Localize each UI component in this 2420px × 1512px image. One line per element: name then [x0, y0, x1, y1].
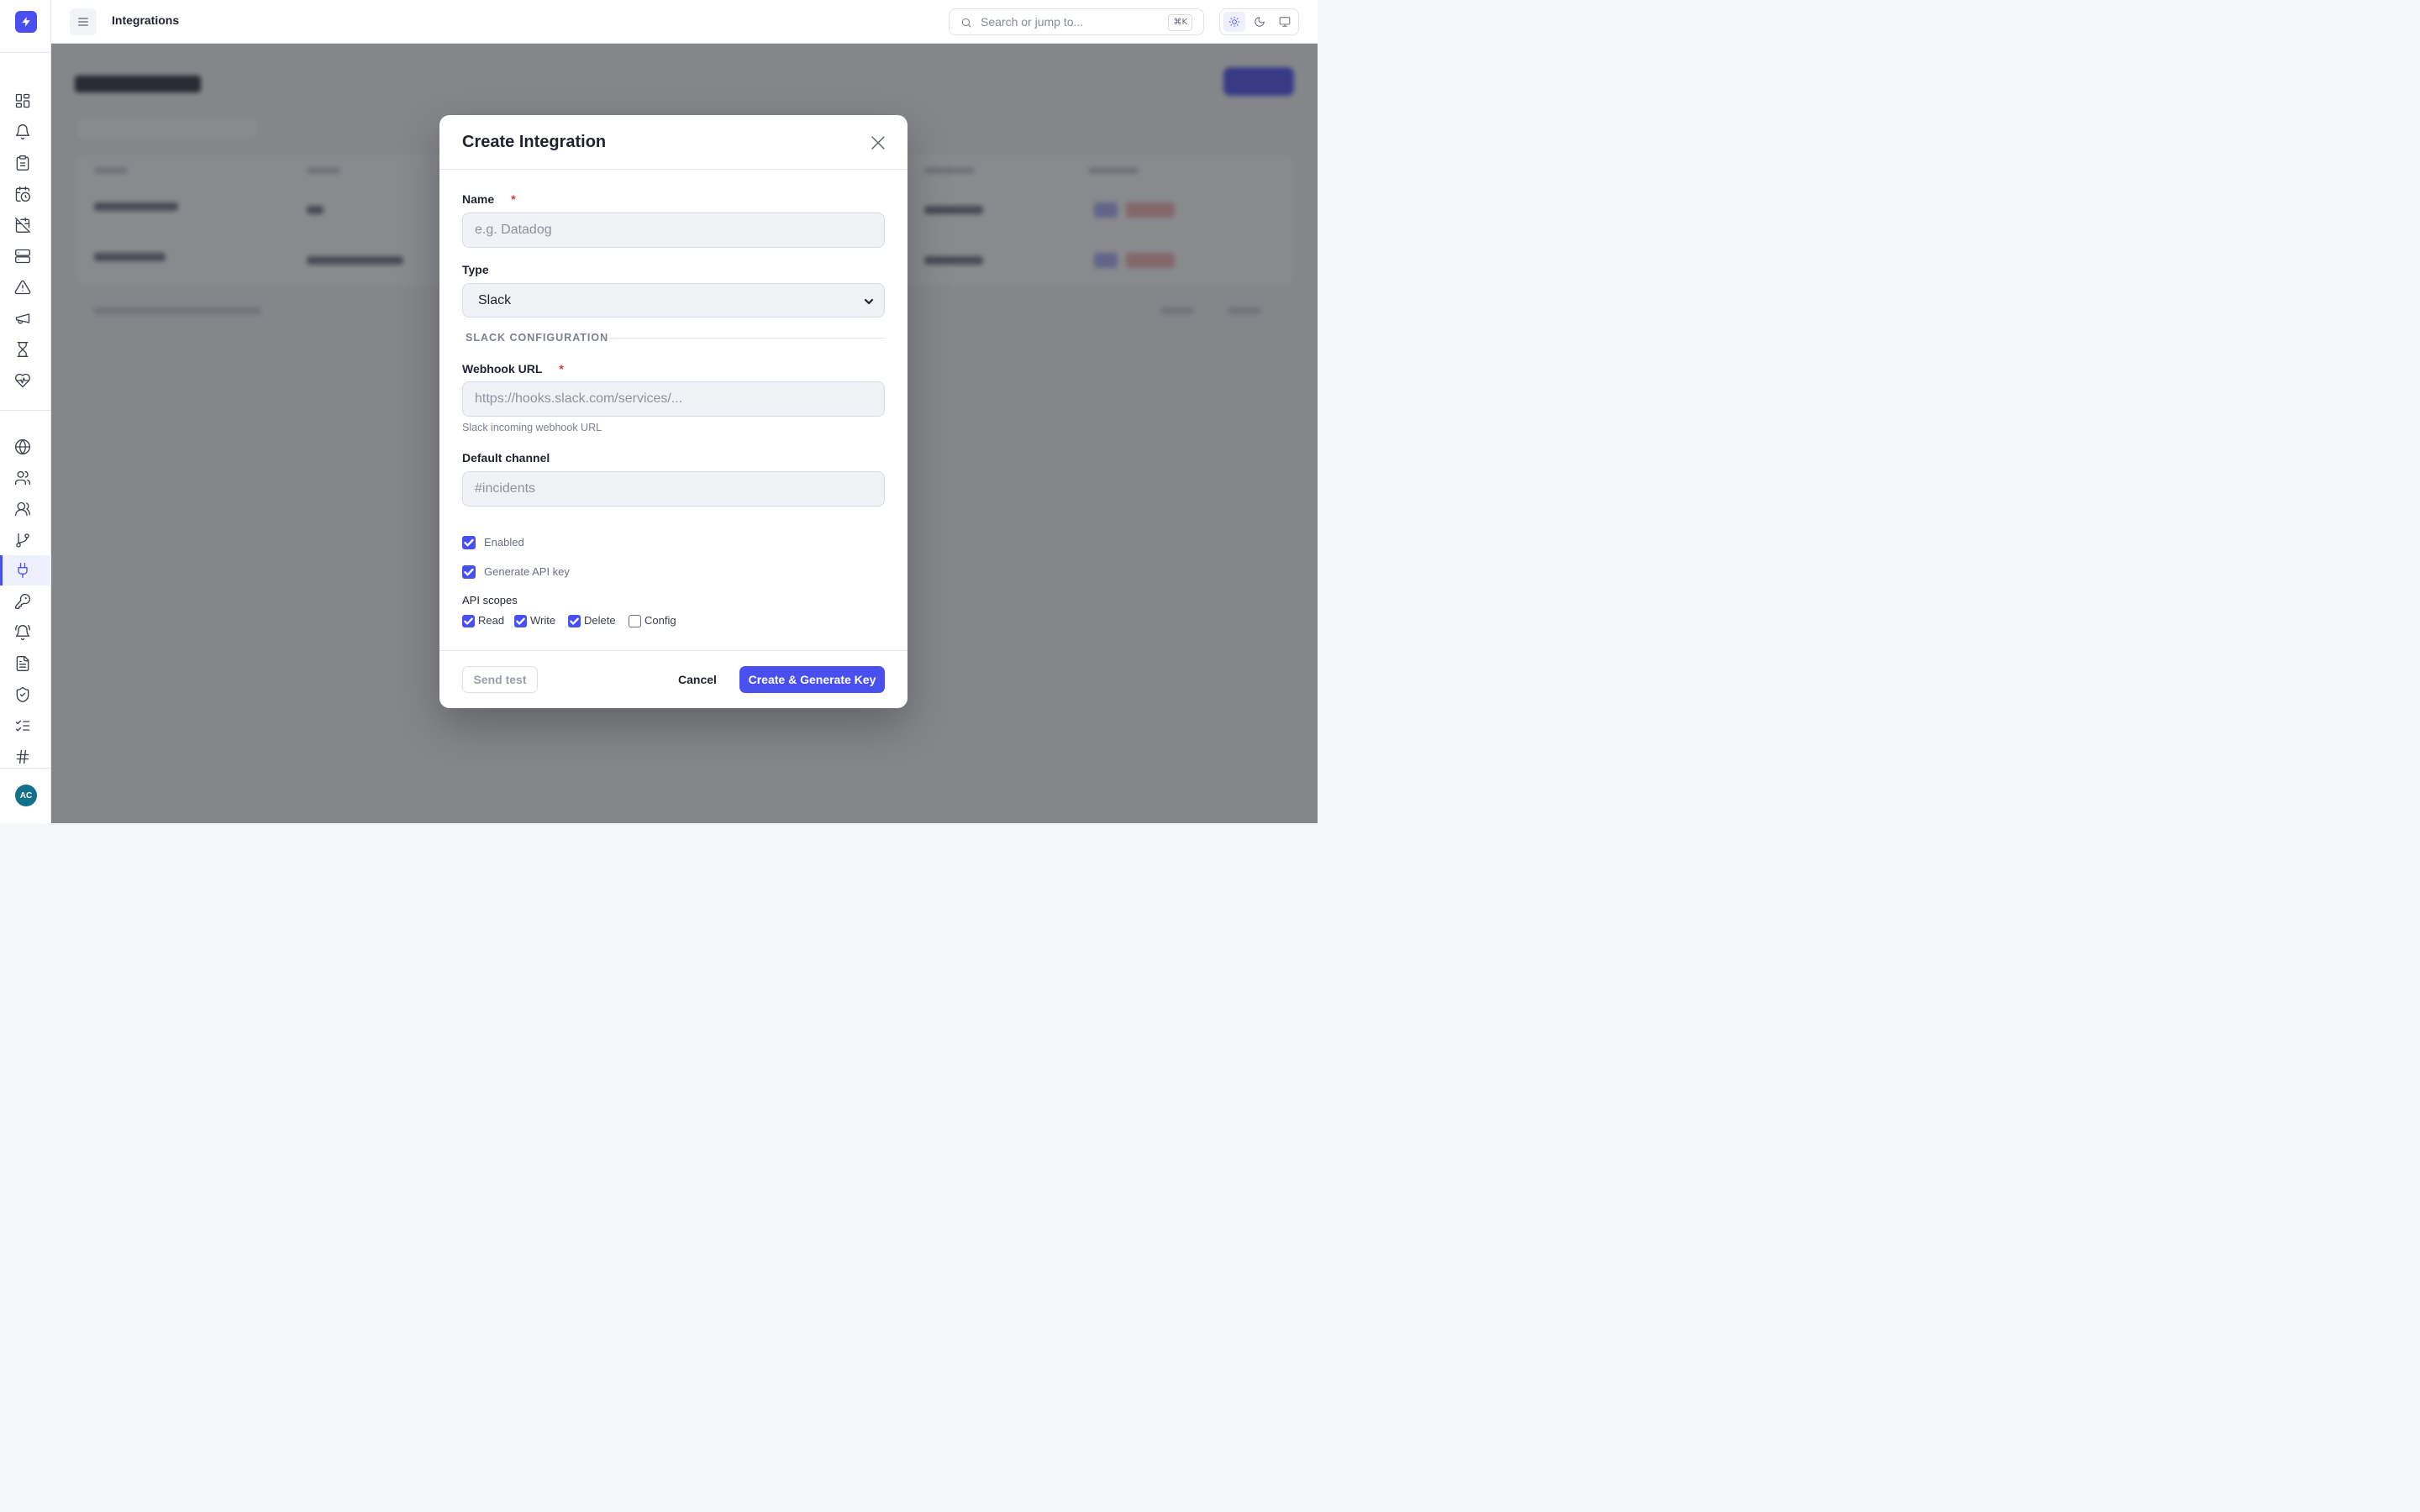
sidebar-divider: [0, 410, 51, 411]
webhook-help-text: Slack incoming webhook URL: [462, 422, 602, 433]
generate-api-key-label: Generate API key: [484, 565, 570, 578]
light-theme-button[interactable]: [1223, 12, 1245, 32]
check-icon: [464, 568, 474, 576]
sidebar-divider: [0, 768, 51, 769]
webhook-label-text: Webhook URL: [462, 362, 543, 375]
generate-api-key-checkbox[interactable]: [462, 565, 476, 579]
create-generate-key-button[interactable]: Create & Generate Key: [739, 666, 885, 693]
api-scopes-label: API scopes: [462, 594, 518, 606]
sidebar-divider: [0, 52, 51, 53]
create-integration-dialog: Create Integration Name * Type Slack SLAC…: [439, 115, 908, 708]
hamburger-icon: [78, 18, 88, 26]
scope-delete-checkbox[interactable]: [568, 615, 581, 627]
name-label: Name *: [462, 192, 516, 206]
search-input[interactable]: Search or jump to... ⌘K: [949, 8, 1204, 35]
menu-toggle-button[interactable]: [70, 8, 97, 35]
type-select-value: Slack: [478, 293, 512, 307]
key-icon[interactable]: [13, 591, 33, 612]
send-test-button[interactable]: Send test: [462, 666, 538, 693]
enabled-checkbox[interactable]: [462, 536, 476, 549]
users-icon[interactable]: [13, 468, 33, 488]
check-icon: [570, 617, 579, 625]
dialog-footer-divider: [439, 650, 908, 651]
globe-icon[interactable]: [13, 437, 33, 457]
dashboard-icon[interactable]: [13, 91, 33, 111]
heart-pulse-icon[interactable]: [13, 370, 33, 391]
section-divider: [608, 338, 885, 339]
default-channel-field[interactable]: [462, 471, 885, 507]
hash-icon[interactable]: [13, 747, 33, 767]
list-checks-icon[interactable]: [13, 716, 33, 736]
alert-triangle-icon[interactable]: [13, 277, 33, 297]
scope-write-label: Write: [530, 614, 556, 627]
scope-write-checkbox[interactable]: [514, 615, 527, 627]
chevron-down-icon: [864, 298, 874, 305]
scope-config-checkbox[interactable]: [629, 615, 641, 627]
avatar[interactable]: AC: [15, 785, 37, 806]
dialog-title: Create Integration: [462, 133, 607, 151]
team-icon[interactable]: [13, 499, 33, 519]
dark-theme-button[interactable]: [1249, 12, 1270, 32]
cancel-button[interactable]: Cancel: [673, 666, 722, 693]
bell-ring-icon[interactable]: [13, 622, 33, 643]
scope-delete-label: Delete: [584, 614, 616, 627]
section-heading: SLACK CONFIGURATION: [466, 332, 609, 344]
hourglass-icon[interactable]: [13, 339, 33, 360]
webhook-label: Webhook URL *: [462, 362, 564, 375]
shield-check-icon[interactable]: [13, 685, 33, 705]
top-bar: Integrations Search or jump to... ⌘K: [51, 0, 1318, 44]
name-label-text: Name: [462, 192, 495, 206]
calendar-off-icon[interactable]: [13, 215, 33, 235]
calendar-clock-icon[interactable]: [13, 184, 33, 204]
scope-config-label: Config: [644, 614, 676, 627]
sun-icon: [1228, 16, 1240, 28]
webhook-url-field[interactable]: [462, 381, 885, 417]
required-mark: *: [559, 362, 564, 375]
check-icon: [464, 538, 474, 547]
theme-switcher: [1219, 8, 1299, 35]
server-icon[interactable]: [13, 246, 33, 266]
search-placeholder: Search or jump to...: [981, 15, 1084, 29]
dialog-header: Create Integration: [439, 115, 908, 170]
bell-icon[interactable]: [13, 122, 33, 142]
required-mark: *: [511, 192, 516, 206]
plug-icon[interactable]: [13, 560, 33, 580]
clipboard-icon[interactable]: [13, 153, 33, 173]
app-logo[interactable]: [15, 11, 37, 33]
type-select[interactable]: Slack: [462, 283, 885, 318]
moon-icon: [1255, 17, 1265, 27]
active-indicator: [0, 555, 3, 585]
shortcut-badge: ⌘K: [1168, 14, 1192, 31]
sidebar: AC: [0, 0, 51, 823]
close-icon: [871, 136, 885, 150]
scope-read-checkbox[interactable]: [462, 615, 475, 627]
scope-read-label: Read: [478, 614, 505, 627]
megaphone-icon[interactable]: [13, 308, 33, 328]
system-theme-button[interactable]: [1274, 12, 1296, 32]
check-icon: [464, 617, 473, 625]
lightning-icon: [22, 17, 30, 27]
name-field[interactable]: [462, 213, 885, 248]
file-text-icon[interactable]: [13, 654, 33, 674]
type-label: Type: [462, 263, 489, 276]
channel-label: Default channel: [462, 451, 550, 465]
enabled-label: Enabled: [484, 536, 524, 549]
git-branch-icon[interactable]: [13, 530, 33, 550]
check-icon: [516, 617, 525, 625]
page-title: Integrations: [112, 13, 180, 27]
monitor-icon: [1279, 17, 1291, 27]
close-button[interactable]: [870, 134, 886, 151]
search-icon: [961, 18, 971, 28]
